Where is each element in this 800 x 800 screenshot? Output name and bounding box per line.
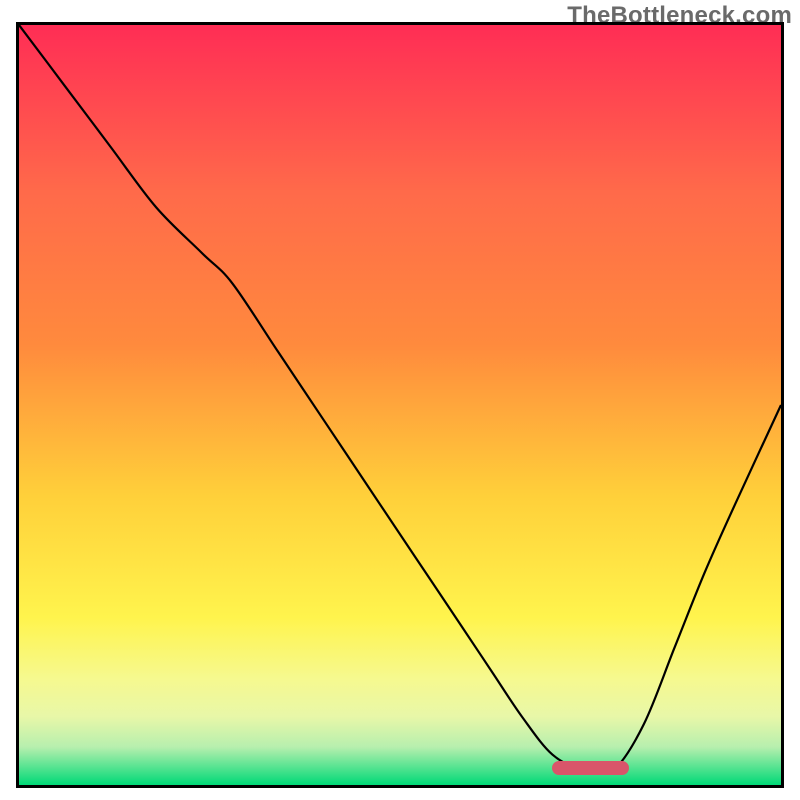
stage: TheBottleneck.com — [0, 0, 800, 800]
chart-svg — [19, 25, 781, 785]
chart-frame — [16, 22, 784, 788]
optimal-range-marker — [552, 761, 628, 775]
